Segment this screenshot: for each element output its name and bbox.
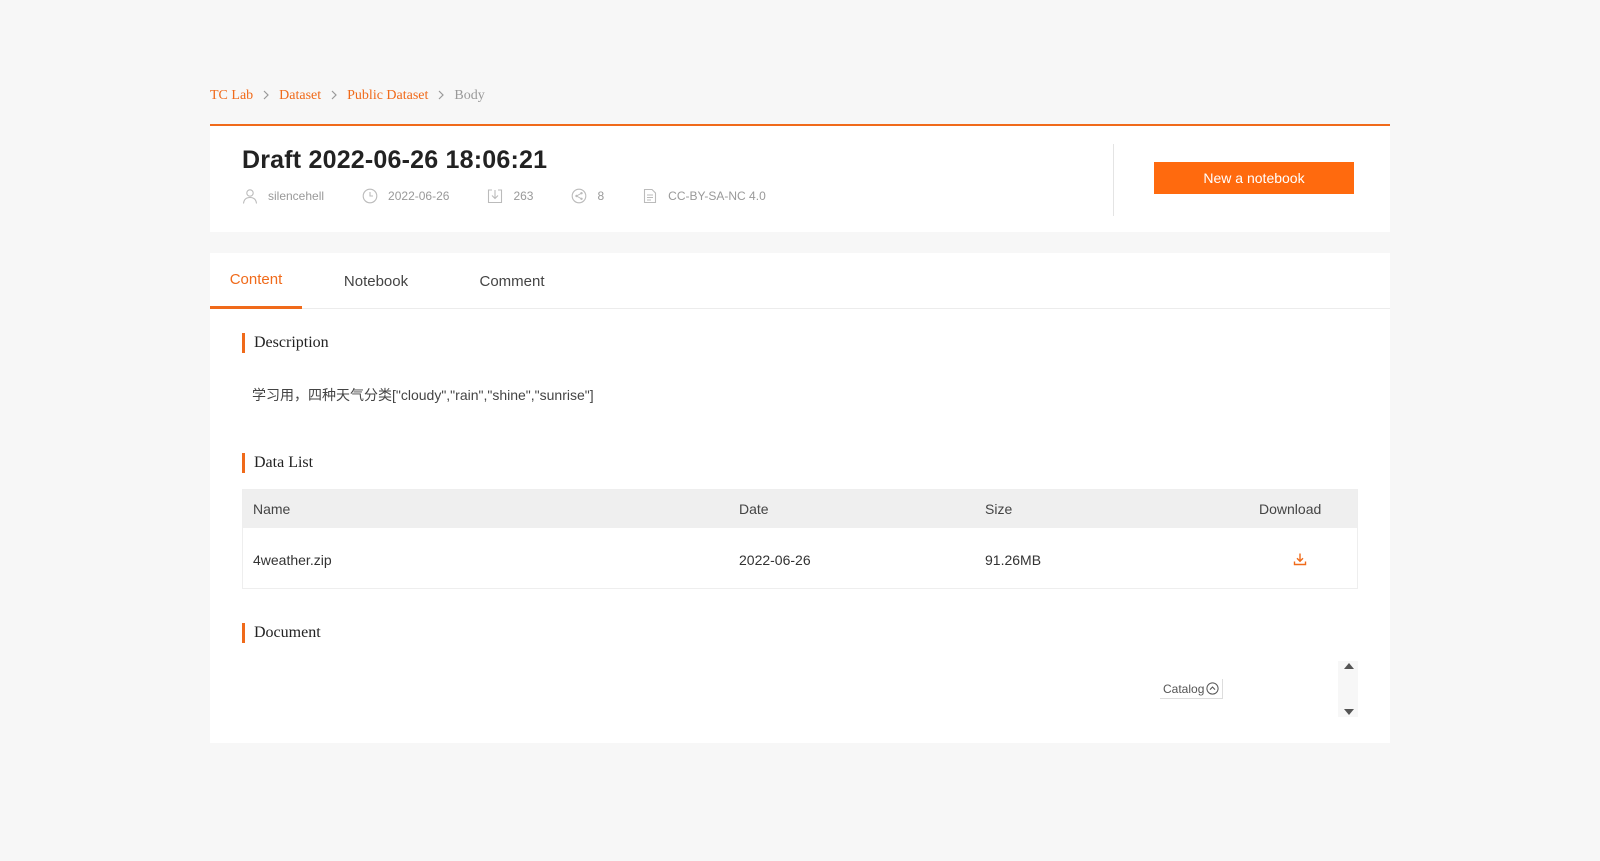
catalog-label: Catalog [1163,681,1205,696]
meta-shares: 8 [571,188,604,204]
column-header-name: Name [253,501,291,517]
data-list-table: Name Date Size Download 4weather.zip 202… [242,489,1358,589]
table-header [243,490,1357,528]
document-scrollbar[interactable] [1338,661,1358,717]
chevron-right-icon [437,89,445,104]
tab-content[interactable]: Content [210,253,302,309]
clock-icon [362,188,378,204]
created-date: 2022-06-26 [388,189,450,203]
author-name[interactable]: silencehell [268,189,324,203]
meta-downloads: 263 [487,188,533,204]
download-icon[interactable] [1293,552,1307,571]
document-icon [644,188,657,204]
chevron-right-icon [262,89,270,104]
dataset-header-card: Draft 2022-06-26 18:06:21 silencehell 20… [210,124,1390,232]
dataset-meta: silencehell 2022-06-26 263 8 CC-BY-SA-NC… [242,188,804,204]
data-list-heading: Data List [242,453,313,473]
description-heading: Description [242,333,329,353]
share-count: 8 [597,189,605,203]
column-header-download: Download [1259,501,1322,517]
column-header-size: Size [985,501,1013,517]
breadcrumb: TC Lab Dataset Public Dataset Body [210,88,485,104]
catalog-toggle[interactable]: Catalog [1160,679,1224,699]
download-count: 263 [513,189,534,203]
meta-license: CC-BY-SA-NC 4.0 [642,188,766,204]
chevron-right-icon [330,89,338,104]
user-icon [242,189,258,204]
tab-notebook[interactable]: Notebook [336,253,416,309]
chevron-up-circle-icon [1206,682,1219,695]
meta-date: 2022-06-26 [362,188,449,204]
download-box-icon [488,189,503,204]
breadcrumb-tc-lab[interactable]: TC Lab [210,88,253,104]
content-card: Content Notebook Comment Description 学习用… [210,253,1390,743]
license-text: CC-BY-SA-NC 4.0 [668,189,766,203]
tab-comment[interactable]: Comment [472,253,552,309]
new-notebook-button[interactable]: New a notebook [1154,162,1354,194]
description-text: 学习用，四种天气分类["cloudy","rain","shine","sunr… [252,387,594,403]
breadcrumb-current: Body [454,88,485,103]
share-icon [572,188,587,204]
breadcrumb-public-dataset[interactable]: Public Dataset [347,88,428,104]
document-heading: Document [242,623,321,643]
breadcrumb-dataset[interactable]: Dataset [279,88,321,104]
column-header-date: Date [739,501,769,517]
scroll-down-arrow-icon[interactable] [1344,709,1354,715]
tab-bar: Content Notebook Comment [210,253,1390,309]
file-date: 2022-06-26 [739,552,811,568]
meta-author: silencehell [242,188,324,204]
header-divider [1113,144,1114,216]
file-name: 4weather.zip [253,552,332,568]
scroll-up-arrow-icon[interactable] [1344,663,1354,669]
dataset-title: Draft 2022-06-26 18:06:21 [242,146,548,174]
file-size: 91.26MB [985,552,1042,568]
